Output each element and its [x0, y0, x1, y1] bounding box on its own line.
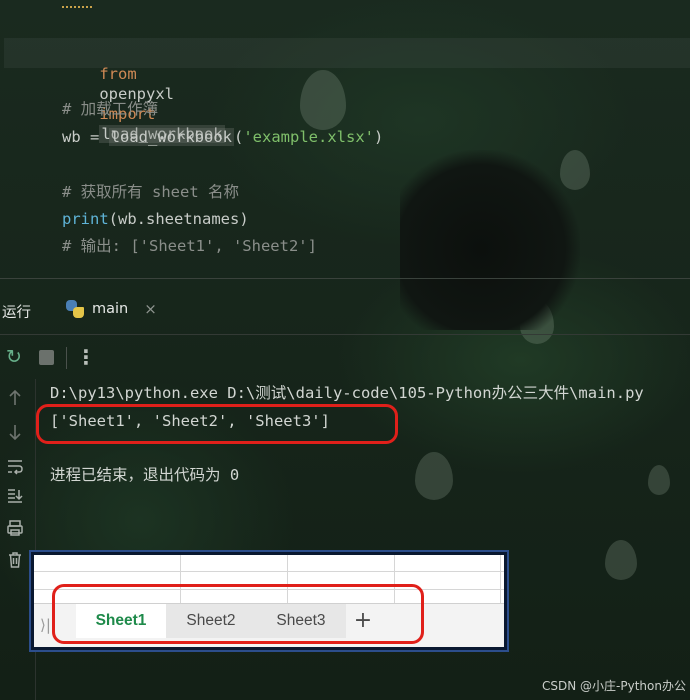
run-tabbar: 运行 main × — [0, 279, 690, 335]
more-options-icon[interactable]: ⋮ — [74, 345, 98, 369]
run-gutter — [0, 379, 36, 700]
warning-squiggle — [62, 4, 92, 8]
scroll-to-end-icon[interactable] — [4, 487, 26, 509]
print-args: (wb.sheetnames) — [108, 210, 249, 228]
keyword-from: from — [99, 65, 137, 83]
output-highlight-box — [36, 404, 398, 444]
string-literal: 'example.xlsx' — [243, 128, 374, 146]
sheet-tabs-highlight-box — [52, 584, 424, 644]
toolbar-divider — [66, 347, 67, 369]
code-comment-load: # 加载工作簿 — [62, 100, 159, 118]
code-line-print: print(wb.sheetnames) — [62, 209, 249, 229]
paren-close: ) — [374, 128, 384, 146]
rerun-icon[interactable]: ↻ — [2, 345, 26, 369]
trash-icon[interactable] — [4, 551, 26, 573]
run-panel-title: 运行 — [2, 305, 31, 321]
console-command-line: D:\py13\python.exe D:\测试\daily-code\105-… — [50, 384, 644, 402]
paren-open: ( — [234, 128, 244, 146]
console-exit-line: 进程已结束，退出代码为 0 — [50, 466, 240, 484]
watermark: CSDN @小庄-Python办公 — [542, 679, 686, 693]
grid-line — [500, 555, 501, 603]
soft-wrap-icon[interactable] — [4, 457, 26, 479]
print-call: print — [62, 210, 109, 228]
down-arrow-icon[interactable] — [4, 423, 26, 445]
variable-assign: wb = — [62, 128, 109, 146]
run-toolbar: ↻ ⋮ — [0, 335, 690, 379]
code-editor[interactable]: from openpyxl import load_workbook # 加载工… — [4, 0, 690, 278]
grid-line — [34, 571, 504, 572]
print-icon[interactable] — [4, 519, 26, 541]
python-icon — [66, 300, 84, 318]
close-icon[interactable]: × — [144, 300, 157, 318]
code-comment-output: # 输出: ['Sheet1', 'Sheet2'] — [62, 237, 317, 255]
function-call: load_workbook — [108, 128, 234, 146]
sheet-nav-icon[interactable]: ⟩| — [40, 616, 51, 634]
stop-icon[interactable] — [34, 345, 58, 369]
code-line-load: wb = load_workbook ('example.xlsx') — [62, 127, 383, 147]
code-comment-get: # 获取所有 sheet 名称 — [62, 183, 239, 201]
tab-label: main — [92, 301, 129, 317]
tab-main[interactable]: main × — [66, 295, 157, 323]
up-arrow-icon[interactable] — [4, 389, 26, 411]
